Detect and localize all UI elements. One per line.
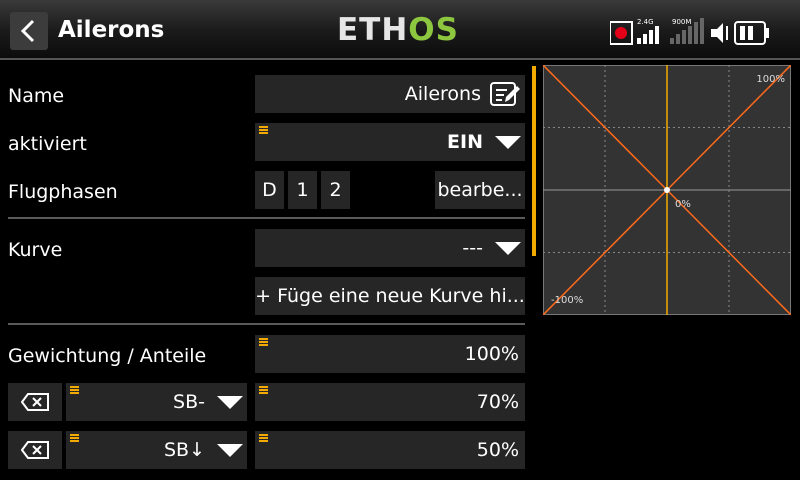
scrollbar[interactable] — [532, 66, 536, 256]
chevron-down-icon — [217, 396, 243, 409]
source-dropdown[interactable]: SB↓ — [66, 431, 247, 469]
curve-label: Kurve — [8, 239, 63, 261]
curve-value: --- — [462, 237, 483, 259]
ethos-logo: ETHOS — [337, 12, 459, 48]
delete-icon — [21, 441, 49, 459]
signal-900m-icon: 900M — [670, 18, 704, 44]
curve-dropdown[interactable]: --- — [255, 229, 525, 267]
chevron-down-icon — [217, 444, 243, 457]
delete-row-button[interactable] — [8, 431, 62, 469]
phase-d-button[interactable]: D — [255, 171, 284, 209]
name-value: Ailerons — [404, 83, 481, 105]
graph-top-label: 100% — [756, 74, 785, 85]
graph-bottom-label: -100% — [551, 295, 583, 306]
phase-2-button[interactable]: 2 — [321, 171, 350, 209]
options-handle-icon — [259, 434, 268, 442]
enabled-dropdown[interactable]: EIN — [255, 123, 525, 161]
name-field[interactable]: Ailerons — [255, 75, 525, 113]
options-handle-icon — [259, 386, 268, 394]
options-handle-icon — [70, 386, 79, 394]
svg-text:900M: 900M — [672, 18, 691, 26]
delete-row-button[interactable] — [8, 383, 62, 421]
options-handle-icon — [259, 126, 268, 134]
phases-label: Flugphasen — [8, 181, 118, 203]
weight-field[interactable]: 100% — [255, 335, 525, 373]
source-weight-field[interactable]: 50% — [255, 431, 525, 469]
delete-icon — [21, 393, 49, 411]
options-handle-icon — [259, 338, 268, 346]
chevron-down-icon — [495, 136, 521, 149]
divider — [8, 217, 525, 219]
name-label: Name — [8, 85, 65, 107]
source-weight-value: 50% — [476, 439, 519, 461]
source-dropdown[interactable]: SB- — [66, 383, 247, 421]
status-icons: 2.4G 900M — [610, 18, 769, 45]
enabled-label: aktiviert — [8, 133, 87, 155]
options-handle-icon — [70, 434, 79, 442]
phases-edit-button[interactable]: bearbe... — [435, 171, 525, 209]
weight-value: 100% — [464, 343, 519, 365]
source-value: SB- — [173, 391, 205, 413]
top-bar: Ailerons ETHOS 2.4G 900M — [0, 0, 800, 60]
divider — [8, 323, 525, 325]
source-weight-value: 70% — [476, 391, 519, 413]
volume-icon — [711, 23, 728, 43]
enabled-value: EIN — [447, 131, 483, 153]
back-button[interactable] — [10, 12, 48, 50]
source-value: SB↓ — [163, 439, 205, 461]
phase-1-button[interactable]: 1 — [288, 171, 317, 209]
svg-text:2.4G: 2.4G — [637, 18, 654, 26]
signal-24g-icon: 2.4G — [637, 18, 659, 44]
chevron-down-icon — [495, 242, 521, 255]
record-icon — [610, 21, 633, 45]
add-curve-button[interactable]: + Füge eine neue Kurve hi... — [255, 277, 525, 315]
page-title: Ailerons — [58, 17, 165, 43]
weight-label: Gewichtung / Anteile — [8, 345, 207, 367]
graph-center-label: 0% — [675, 199, 691, 210]
edit-icon — [490, 82, 520, 106]
battery-icon — [734, 21, 769, 45]
chevron-left-icon — [20, 19, 35, 43]
curve-graph: 100% 0% -100% — [543, 65, 791, 315]
center-point — [664, 187, 670, 193]
source-weight-field[interactable]: 70% — [255, 383, 525, 421]
